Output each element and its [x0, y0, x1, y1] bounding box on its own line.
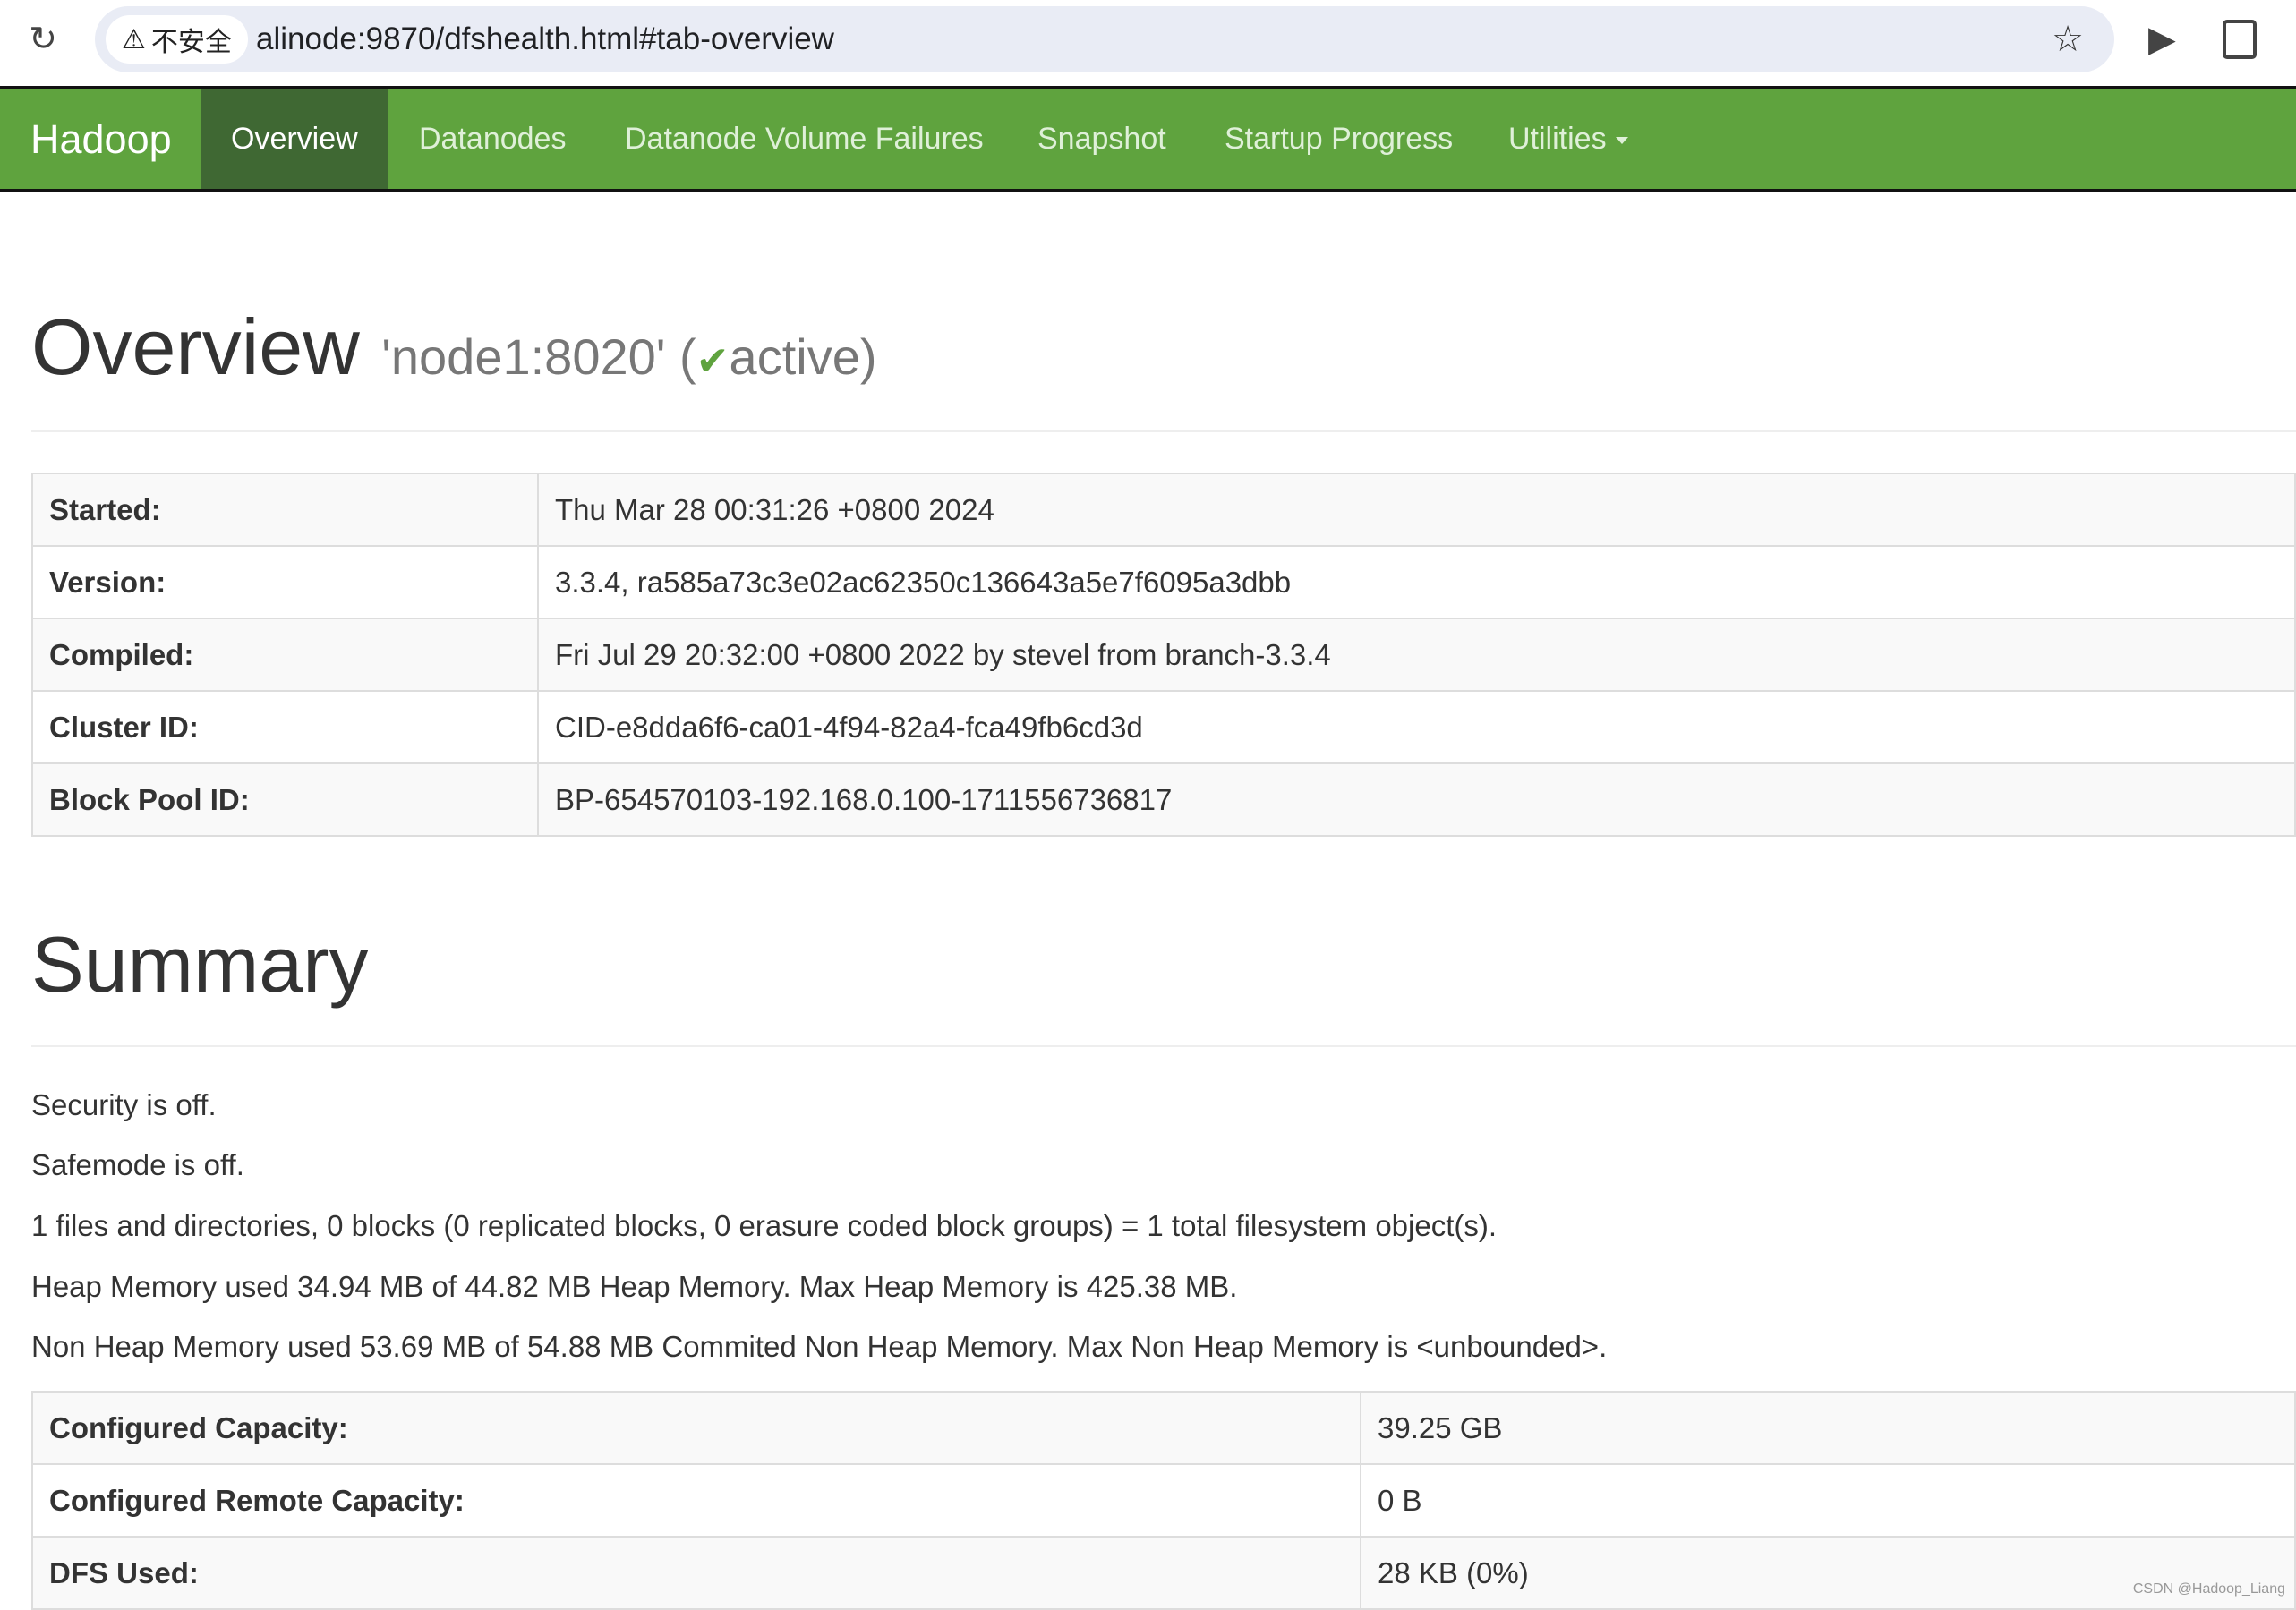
active-status: active): [729, 328, 877, 385]
row-label: Block Pool ID:: [31, 762, 539, 837]
overview-table: Started: Thu Mar 28 00:31:26 +0800 2024 V…: [31, 473, 2296, 837]
nav-utilities-label: Utilities: [1508, 122, 1607, 156]
nav-datanodes[interactable]: Datanodes: [388, 89, 596, 189]
row-value: 28 KB (0%): [1360, 1536, 2296, 1610]
table-row: Configured Capacity: 39.25 GB: [31, 1391, 2296, 1465]
row-label: Started:: [31, 473, 539, 547]
divider: [31, 1045, 2296, 1047]
address-bar[interactable]: ⚠ 不安全 alinode:9870/dfshealth.html#tab-ov…: [95, 6, 2114, 72]
summary-table: Configured Capacity: 39.25 GB Configured …: [31, 1391, 2296, 1610]
brand-logo[interactable]: Hadoop: [30, 89, 172, 189]
nav-datanode-volume-failures[interactable]: Datanode Volume Failures: [594, 89, 1014, 189]
security-indicator[interactable]: ⚠ 不安全: [106, 15, 248, 64]
navbar: Hadoop Overview Datanodes Datanode Volum…: [0, 89, 2296, 192]
table-row: Compiled: Fri Jul 29 20:32:00 +0800 2022 …: [31, 618, 2296, 692]
filesystem-objects: 1 files and directories, 0 blocks (0 rep…: [31, 1209, 1498, 1242]
watermark: CSDN @Hadoop_Liang: [2132, 1581, 2285, 1597]
table-row: Block Pool ID: BP-654570103-192.168.0.100…: [31, 762, 2296, 837]
reload-icon[interactable]: ↻: [23, 20, 63, 59]
row-value: 0 B: [1360, 1463, 2296, 1538]
overview-header: Overview 'node1:8020' (✔active): [31, 308, 876, 387]
heap-memory: Heap Memory used 34.94 MB of 44.82 MB He…: [31, 1270, 1238, 1303]
bookmark-star-icon[interactable]: ☆: [2052, 6, 2084, 72]
node-subtitle: 'node1:8020' (✔active): [381, 328, 877, 385]
caret-down-icon: [1615, 137, 1628, 145]
extensions-puzzle-icon[interactable]: [2223, 20, 2257, 59]
security-label: 不安全: [150, 28, 232, 57]
row-label: Compiled:: [31, 618, 539, 692]
safemode-status: Safemode is off.: [31, 1148, 244, 1181]
play-extension-icon[interactable]: ▶: [2148, 18, 2176, 61]
row-value: BP-654570103-192.168.0.100-1711556736817: [537, 762, 2296, 837]
table-row: Version: 3.3.4, ra585a73c3e02ac62350c1366…: [31, 545, 2296, 619]
row-label: DFS Used:: [31, 1536, 1361, 1610]
warning-icon: ⚠: [122, 24, 146, 55]
row-value: 3.3.4, ra585a73c3e02ac62350c136643a5e7f6…: [537, 545, 2296, 619]
security-status: Security is off.: [31, 1088, 217, 1121]
row-value: 39.25 GB: [1360, 1391, 2296, 1465]
nav-overview[interactable]: Overview: [201, 89, 388, 189]
divider: [31, 430, 2296, 432]
overview-title: Overview 'node1:8020' (✔active): [31, 302, 877, 391]
table-row: DFS Used: 28 KB (0%): [31, 1536, 2296, 1610]
row-label: Version:: [31, 545, 539, 619]
row-value: Thu Mar 28 00:31:26 +0800 2024: [537, 473, 2296, 547]
table-row: Started: Thu Mar 28 00:31:26 +0800 2024: [31, 473, 2296, 547]
summary-title: Summary: [31, 920, 369, 1009]
browser-toolbar: ↻ ⚠ 不安全 alinode:9870/dfshealth.html#tab-…: [0, 0, 2296, 86]
nav-startup-progress[interactable]: Startup Progress: [1194, 89, 1483, 189]
table-row: Cluster ID: CID-e8dda6f6-ca01-4f94-82a4-f…: [31, 690, 2296, 764]
row-value: Fri Jul 29 20:32:00 +0800 2022 by stevel…: [537, 618, 2296, 692]
row-label: Configured Remote Capacity:: [31, 1463, 1361, 1538]
row-value: CID-e8dda6f6-ca01-4f94-82a4-fca49fb6cd3d: [537, 690, 2296, 764]
non-heap-memory: Non Heap Memory used 53.69 MB of 54.88 M…: [31, 1330, 1608, 1363]
table-row: Configured Remote Capacity: 0 B: [31, 1463, 2296, 1538]
nav-snapshot[interactable]: Snapshot: [1007, 89, 1197, 189]
url-text[interactable]: alinode:9870/dfshealth.html#tab-overview: [256, 6, 834, 72]
check-icon: ✔: [696, 339, 730, 383]
row-label: Cluster ID:: [31, 690, 539, 764]
nav-utilities-dropdown[interactable]: Utilities: [1478, 89, 1659, 189]
row-label: Configured Capacity:: [31, 1391, 1361, 1465]
